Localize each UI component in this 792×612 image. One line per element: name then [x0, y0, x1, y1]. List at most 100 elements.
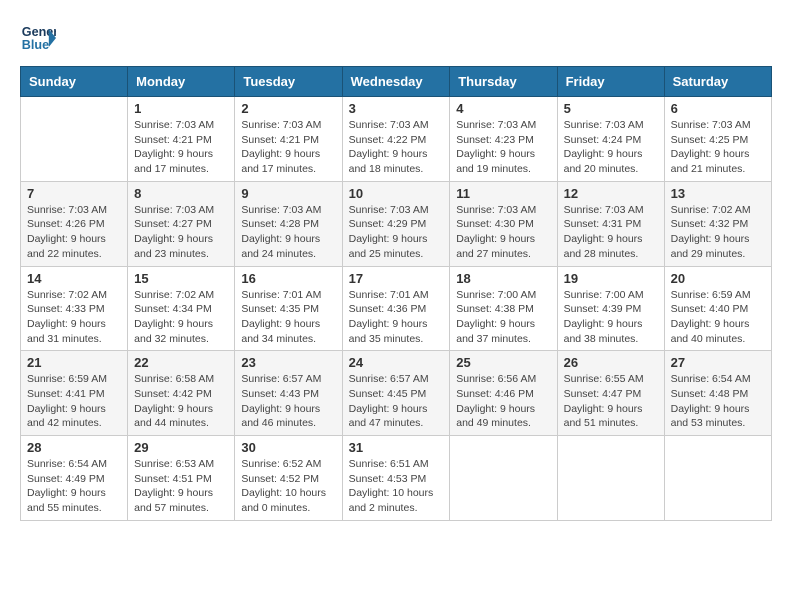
day-number: 2: [241, 101, 335, 116]
day-number: 24: [349, 355, 444, 370]
column-header-friday: Friday: [557, 67, 664, 97]
day-info: Sunrise: 7:00 AMSunset: 4:38 PMDaylight:…: [456, 288, 550, 347]
calendar-cell: 12Sunrise: 7:03 AMSunset: 4:31 PMDayligh…: [557, 181, 664, 266]
day-number: 25: [456, 355, 550, 370]
calendar-cell: 18 Sunrise: 7:00 AMSunset: 4:38 PMDayligh…: [450, 266, 557, 351]
column-header-monday: Monday: [128, 67, 235, 97]
calendar-cell: 9 Sunrise: 7:03 AMSunset: 4:28 PMDaylight…: [235, 181, 342, 266]
day-info: Sunrise: 7:00 AMSunset: 4:39 PMDaylight:…: [564, 288, 658, 347]
day-info: Sunrise: 7:03 AMSunset: 4:29 PMDaylight:…: [349, 203, 444, 262]
day-info: Sunrise: 7:03 AMSunset: 4:21 PMDaylight:…: [134, 118, 228, 177]
calendar-cell: 21 Sunrise: 6:59 AMSunset: 4:41 PMDayligh…: [21, 351, 128, 436]
calendar-header-row: SundayMondayTuesdayWednesdayThursdayFrid…: [21, 67, 772, 97]
column-header-sunday: Sunday: [21, 67, 128, 97]
day-number: 9: [241, 186, 335, 201]
day-info: Sunrise: 6:57 AMSunset: 4:45 PMDaylight:…: [349, 372, 444, 431]
day-info: Sunrise: 7:03 AMSunset: 4:23 PMDaylight:…: [456, 118, 550, 177]
calendar-table: SundayMondayTuesdayWednesdayThursdayFrid…: [20, 66, 772, 521]
day-number: 15: [134, 271, 228, 286]
calendar-cell: 28 Sunrise: 6:54 AMSunset: 4:49 PMDayligh…: [21, 436, 128, 521]
calendar-week-4: 21 Sunrise: 6:59 AMSunset: 4:41 PMDayligh…: [21, 351, 772, 436]
calendar-cell: 29Sunrise: 6:53 AMSunset: 4:51 PMDayligh…: [128, 436, 235, 521]
day-info: Sunrise: 6:51 AMSunset: 4:53 PMDaylight:…: [349, 457, 444, 516]
day-info: Sunrise: 7:03 AMSunset: 4:31 PMDaylight:…: [564, 203, 658, 262]
day-number: 3: [349, 101, 444, 116]
day-info: Sunrise: 7:03 AMSunset: 4:30 PMDaylight:…: [456, 203, 550, 262]
day-number: 4: [456, 101, 550, 116]
calendar-cell: 10 Sunrise: 7:03 AMSunset: 4:29 PMDayligh…: [342, 181, 450, 266]
day-number: 19: [564, 271, 658, 286]
calendar-cell: 4 Sunrise: 7:03 AMSunset: 4:23 PMDaylight…: [450, 97, 557, 182]
calendar-cell: 26 Sunrise: 6:55 AMSunset: 4:47 PMDayligh…: [557, 351, 664, 436]
day-number: 5: [564, 101, 658, 116]
day-number: 30: [241, 440, 335, 455]
calendar-week-1: 1 Sunrise: 7:03 AMSunset: 4:21 PMDaylight…: [21, 97, 772, 182]
calendar-cell: [450, 436, 557, 521]
calendar-cell: 14Sunrise: 7:02 AMSunset: 4:33 PMDayligh…: [21, 266, 128, 351]
calendar-cell: 5 Sunrise: 7:03 AMSunset: 4:24 PMDaylight…: [557, 97, 664, 182]
calendar-cell: 24 Sunrise: 6:57 AMSunset: 4:45 PMDayligh…: [342, 351, 450, 436]
calendar-cell: 23 Sunrise: 6:57 AMSunset: 4:43 PMDayligh…: [235, 351, 342, 436]
calendar-cell: 2 Sunrise: 7:03 AMSunset: 4:21 PMDaylight…: [235, 97, 342, 182]
calendar-cell: 11Sunrise: 7:03 AMSunset: 4:30 PMDayligh…: [450, 181, 557, 266]
calendar-cell: 31 Sunrise: 6:51 AMSunset: 4:53 PMDayligh…: [342, 436, 450, 521]
day-info: Sunrise: 7:02 AMSunset: 4:32 PMDaylight:…: [671, 203, 765, 262]
calendar-cell: 13 Sunrise: 7:02 AMSunset: 4:32 PMDayligh…: [664, 181, 771, 266]
day-info: Sunrise: 6:59 AMSunset: 4:40 PMDaylight:…: [671, 288, 765, 347]
calendar-cell: 3 Sunrise: 7:03 AMSunset: 4:22 PMDaylight…: [342, 97, 450, 182]
svg-text:Blue: Blue: [22, 38, 49, 52]
calendar-cell: 1 Sunrise: 7:03 AMSunset: 4:21 PMDaylight…: [128, 97, 235, 182]
calendar-cell: [664, 436, 771, 521]
calendar-cell: 20 Sunrise: 6:59 AMSunset: 4:40 PMDayligh…: [664, 266, 771, 351]
calendar-cell: [557, 436, 664, 521]
day-number: 1: [134, 101, 228, 116]
column-header-thursday: Thursday: [450, 67, 557, 97]
day-info: Sunrise: 7:03 AMSunset: 4:26 PMDaylight:…: [27, 203, 121, 262]
day-number: 18: [456, 271, 550, 286]
day-number: 17: [349, 271, 444, 286]
day-info: Sunrise: 6:56 AMSunset: 4:46 PMDaylight:…: [456, 372, 550, 431]
day-number: 16: [241, 271, 335, 286]
day-info: Sunrise: 6:59 AMSunset: 4:41 PMDaylight:…: [27, 372, 121, 431]
day-info: Sunrise: 7:01 AMSunset: 4:35 PMDaylight:…: [241, 288, 335, 347]
column-header-tuesday: Tuesday: [235, 67, 342, 97]
column-header-wednesday: Wednesday: [342, 67, 450, 97]
day-info: Sunrise: 7:03 AMSunset: 4:21 PMDaylight:…: [241, 118, 335, 177]
day-info: Sunrise: 7:02 AMSunset: 4:34 PMDaylight:…: [134, 288, 228, 347]
day-number: 31: [349, 440, 444, 455]
day-number: 7: [27, 186, 121, 201]
day-number: 28: [27, 440, 121, 455]
calendar-week-5: 28 Sunrise: 6:54 AMSunset: 4:49 PMDayligh…: [21, 436, 772, 521]
day-number: 21: [27, 355, 121, 370]
calendar-cell: 17Sunrise: 7:01 AMSunset: 4:36 PMDayligh…: [342, 266, 450, 351]
day-info: Sunrise: 7:03 AMSunset: 4:27 PMDaylight:…: [134, 203, 228, 262]
day-info: Sunrise: 7:02 AMSunset: 4:33 PMDaylight:…: [27, 288, 121, 347]
calendar-cell: 8Sunrise: 7:03 AMSunset: 4:27 PMDaylight…: [128, 181, 235, 266]
day-info: Sunrise: 7:03 AMSunset: 4:24 PMDaylight:…: [564, 118, 658, 177]
calendar-cell: 6Sunrise: 7:03 AMSunset: 4:25 PMDaylight…: [664, 97, 771, 182]
day-number: 29: [134, 440, 228, 455]
calendar-cell: 15 Sunrise: 7:02 AMSunset: 4:34 PMDayligh…: [128, 266, 235, 351]
day-info: Sunrise: 6:52 AMSunset: 4:52 PMDaylight:…: [241, 457, 335, 516]
page-header: General Blue: [20, 20, 772, 56]
day-number: 26: [564, 355, 658, 370]
calendar-cell: 7 Sunrise: 7:03 AMSunset: 4:26 PMDaylight…: [21, 181, 128, 266]
day-info: Sunrise: 6:54 AMSunset: 4:49 PMDaylight:…: [27, 457, 121, 516]
calendar-cell: 27 Sunrise: 6:54 AMSunset: 4:48 PMDayligh…: [664, 351, 771, 436]
day-info: Sunrise: 6:55 AMSunset: 4:47 PMDaylight:…: [564, 372, 658, 431]
day-info: Sunrise: 6:57 AMSunset: 4:43 PMDaylight:…: [241, 372, 335, 431]
column-header-saturday: Saturday: [664, 67, 771, 97]
calendar-cell: 25 Sunrise: 6:56 AMSunset: 4:46 PMDayligh…: [450, 351, 557, 436]
day-info: Sunrise: 7:03 AMSunset: 4:22 PMDaylight:…: [349, 118, 444, 177]
day-number: 27: [671, 355, 765, 370]
day-info: Sunrise: 7:03 AMSunset: 4:28 PMDaylight:…: [241, 203, 335, 262]
calendar-cell: 19 Sunrise: 7:00 AMSunset: 4:39 PMDayligh…: [557, 266, 664, 351]
day-number: 10: [349, 186, 444, 201]
calendar-cell: 30 Sunrise: 6:52 AMSunset: 4:52 PMDayligh…: [235, 436, 342, 521]
day-number: 13: [671, 186, 765, 201]
calendar-week-2: 7 Sunrise: 7:03 AMSunset: 4:26 PMDaylight…: [21, 181, 772, 266]
day-number: 23: [241, 355, 335, 370]
day-number: 20: [671, 271, 765, 286]
day-info: Sunrise: 6:54 AMSunset: 4:48 PMDaylight:…: [671, 372, 765, 431]
calendar-cell: [21, 97, 128, 182]
